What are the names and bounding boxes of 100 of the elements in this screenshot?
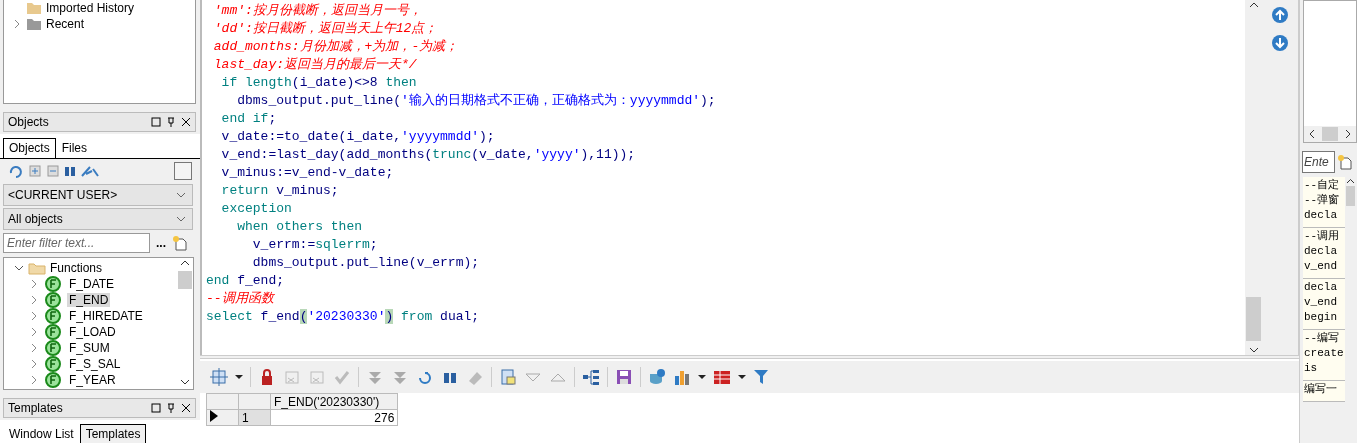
snippet-card[interactable]: --编写 create is (1303, 330, 1345, 381)
filter-field[interactable]: Enter filter text... (3, 233, 150, 253)
snippet-card[interactable]: --调用 decla v_end (1303, 228, 1345, 279)
code-line: exception (220, 200, 293, 218)
snippet-line: decla (1304, 244, 1338, 259)
scroll-left-icon[interactable] (1307, 129, 1317, 139)
scroll-up-icon[interactable] (1345, 177, 1355, 186)
code-line: end f_end; (205, 272, 286, 290)
save-icon[interactable] (615, 368, 633, 386)
folder-icon (26, 17, 42, 31)
scroll-down-icon[interactable] (1248, 345, 1259, 355)
database-icon[interactable] (648, 368, 666, 386)
snippet-line: v_end (1304, 295, 1338, 310)
code-line: --调用函数 (205, 290, 276, 308)
code-line: end if; (220, 110, 278, 128)
snippet-line: --调用 (1304, 229, 1341, 244)
tree-icon[interactable] (582, 368, 600, 386)
code-line: v_minus:=v_end-v_date; (220, 164, 395, 182)
form-icon[interactable] (499, 368, 517, 386)
tab[interactable]: Files (55, 138, 94, 158)
column-header[interactable]: F_END('20230330') (270, 393, 398, 410)
dropdown[interactable]: All objects (3, 208, 193, 230)
code-line: dbms_output.put_line(v_errm); (251, 254, 481, 272)
snippet-line: decla (1304, 280, 1338, 295)
folder-icon (26, 1, 42, 15)
panel-title: Templates (8, 401, 63, 415)
tree-item[interactable]: F_HIREDATE (67, 309, 145, 323)
scrollbar[interactable] (1245, 0, 1262, 355)
arrow-up-icon[interactable] (1271, 6, 1289, 24)
panel-controls-icon[interactable] (151, 403, 191, 413)
bar-chart-icon[interactable] (673, 368, 691, 386)
snippet-card[interactable]: decla v_end begin (1303, 279, 1345, 330)
new-document-icon[interactable] (172, 235, 188, 251)
code-line: v_errm:=sqlerrm; (251, 236, 379, 254)
scroll-right-icon[interactable] (1343, 129, 1353, 139)
code-line: 'dd':按日截断，返回当天上午12点； (212, 20, 439, 38)
snippet-line: create (1304, 346, 1345, 361)
scroll-down-icon[interactable] (180, 377, 190, 387)
snippet-line: --弹窗 (1304, 193, 1341, 208)
code-line: add_months:月份加减，+为加，-为减； (212, 38, 460, 56)
tree-item[interactable]: F_SUM (67, 341, 112, 355)
arrow-down-icon[interactable] (1271, 34, 1289, 52)
snippet-line: --自定 (1304, 178, 1341, 193)
scroll-thumb[interactable] (1345, 186, 1355, 206)
tree-item[interactable]: F_END (67, 293, 111, 307)
snippet-line: 编写一 (1304, 382, 1338, 397)
scrollbar[interactable] (1303, 126, 1357, 143)
tree-item[interactable]: F_YEAR (67, 373, 118, 387)
code-line: v_end:=last_day(add_months(trunc(v_date,'yyyy'),11)); (220, 146, 637, 164)
snippet-card[interactable]: --自定 --弹窗 decla (1303, 177, 1345, 228)
panel-title: Objects (8, 115, 49, 129)
chevron-icon[interactable] (12, 19, 22, 29)
tree-item[interactable]: Functions (50, 261, 103, 275)
snippet-line: begin (1304, 310, 1338, 325)
code-line: 'mm':按月份截断，返回当月一号， (212, 2, 423, 20)
table-icon[interactable] (713, 368, 731, 386)
function-icon (45, 372, 61, 388)
function-icon (45, 308, 61, 324)
panel-controls-icon[interactable] (151, 117, 191, 127)
chevron-icon[interactable] (14, 263, 24, 273)
code-line: dbms_output.put_line('输入的日期格式不正确，正确格式为：yyyymmdd'); (236, 92, 717, 110)
code-line: v_date:=to_date(i_date,'yyyymmdd'); (220, 128, 496, 146)
check-icon[interactable] (333, 368, 351, 386)
function-icon (45, 276, 61, 292)
color-button[interactable] (174, 162, 192, 180)
tab[interactable]: Window List (3, 424, 80, 443)
scroll-thumb[interactable] (1246, 297, 1261, 341)
function-icon (45, 292, 61, 308)
code-line: when others then (236, 218, 364, 236)
filter-field[interactable]: Ente (1302, 151, 1335, 173)
snippet-line: decla (1304, 208, 1338, 223)
snippet-line: --编写 (1304, 331, 1341, 346)
scroll-thumb[interactable] (178, 271, 192, 289)
folder-icon (28, 261, 46, 275)
code-line: if length(i_date)<>8 then (220, 74, 418, 92)
tree-item[interactable]: F_LOAD (67, 325, 118, 339)
scroll-up-icon[interactable] (180, 258, 190, 268)
function-icon (45, 324, 61, 340)
scroll-up-icon[interactable] (1248, 0, 1259, 10)
tree-item[interactable]: F_S_SAL (67, 357, 123, 371)
tree-item[interactable]: Recent (46, 17, 85, 31)
new-document-icon[interactable] (1337, 154, 1353, 170)
tab[interactable]: Templates (79, 424, 147, 443)
tree-item[interactable]: F_DATE (67, 277, 117, 291)
code-line: return v_minus; (220, 182, 340, 200)
scroll-thumb[interactable] (1322, 127, 1338, 141)
grid-icon[interactable] (210, 368, 228, 386)
snippet-line: v_end (1304, 259, 1338, 274)
more-button[interactable]: ... (156, 236, 166, 250)
function-icon (45, 356, 61, 372)
tab[interactable]: Objects (3, 138, 56, 158)
snippet-line: is (1304, 361, 1319, 376)
code-line: last_day:返回当月的最后一天*/ (212, 56, 418, 74)
snippet-card[interactable]: 编写一 (1303, 381, 1345, 402)
function-icon (45, 340, 61, 356)
table-cell: 276 (270, 409, 398, 426)
code-line: select f_end('20230330') from dual; (205, 308, 481, 326)
tree-item[interactable]: Imported History (46, 1, 135, 15)
filter-icon[interactable] (753, 368, 771, 386)
dropdown[interactable]: <CURRENT USER> (3, 184, 193, 206)
